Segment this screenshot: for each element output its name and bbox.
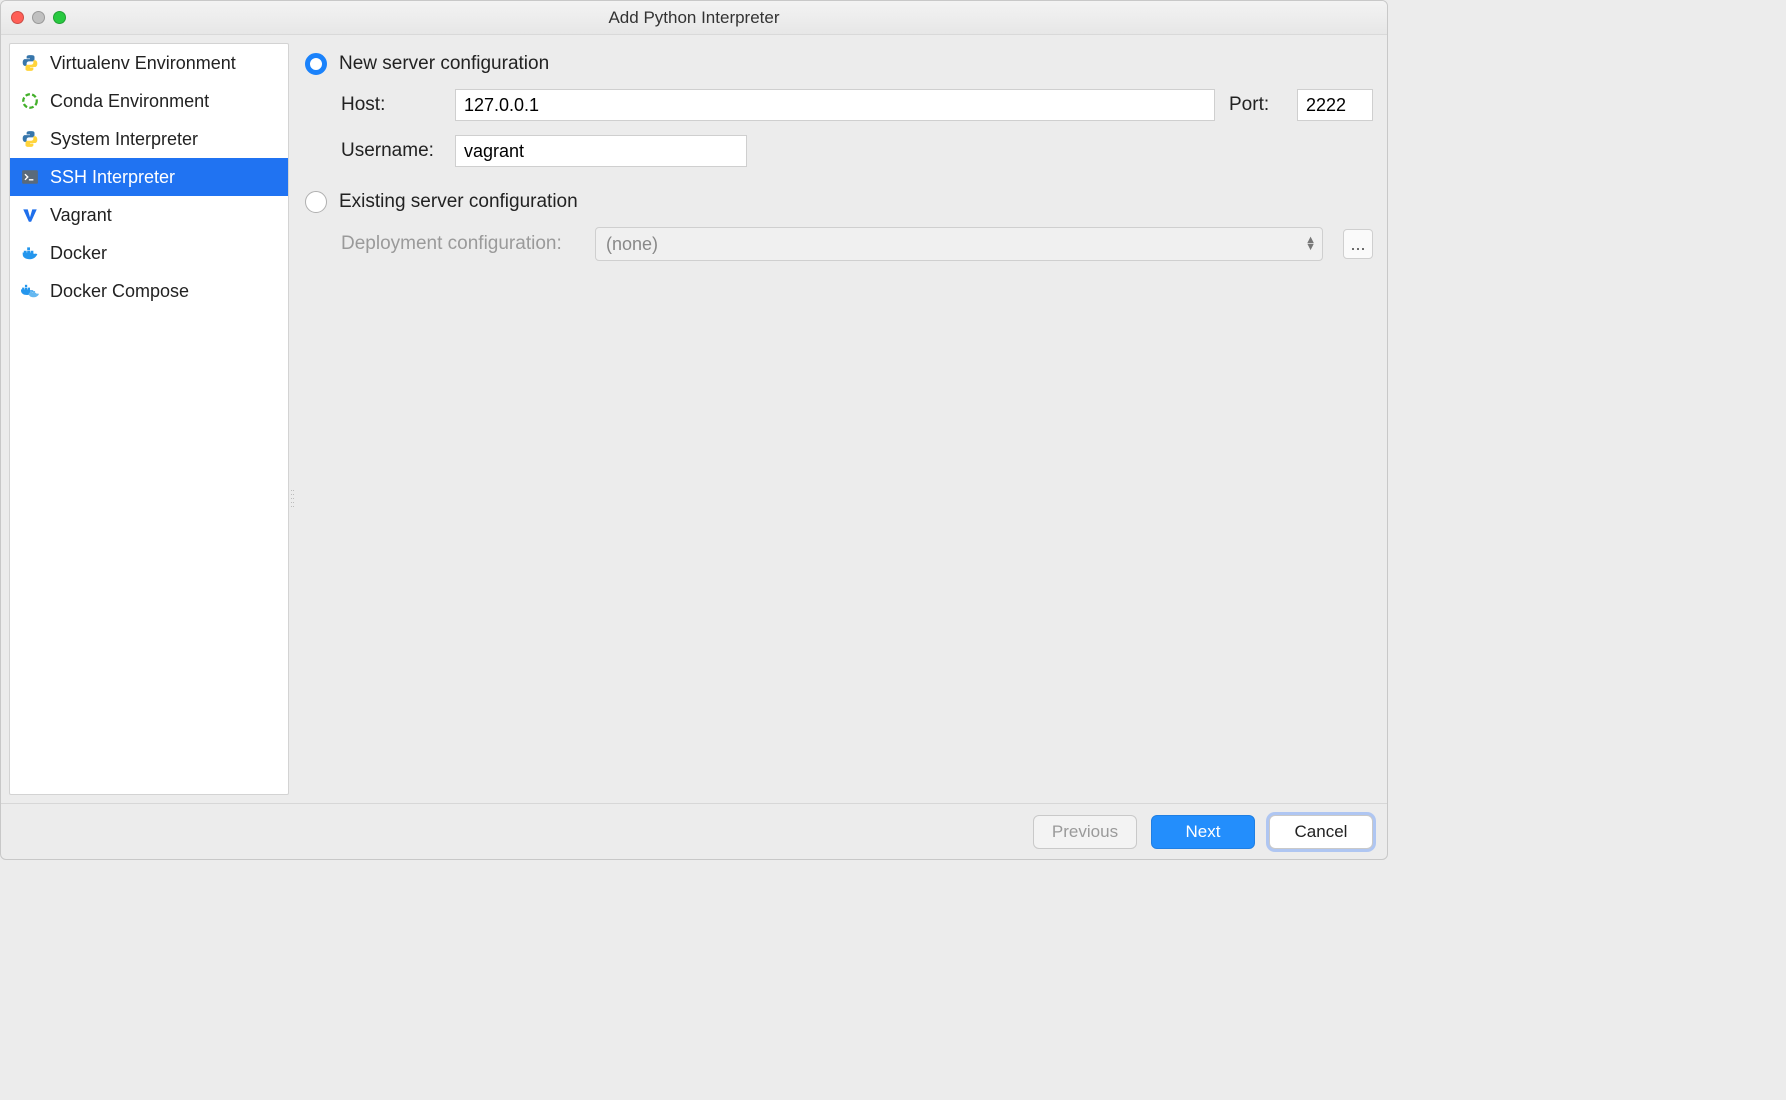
port-input[interactable] [1297,89,1373,121]
window-title: Add Python Interpreter [1,8,1387,28]
chevron-updown-icon: ▲▼ [1305,237,1316,251]
next-button[interactable]: Next [1151,815,1255,849]
sidebar-item-label: Docker [50,243,107,264]
sidebar-item-label: Conda Environment [50,91,209,112]
sidebar-item-ssh[interactable]: SSH Interpreter [10,158,288,196]
ellipsis-icon: ... [1350,234,1365,255]
username-label: Username: [341,140,441,162]
grip-icon: ·········· [290,489,294,509]
window-controls [11,11,66,24]
terminal-icon [20,168,40,186]
sidebar-item-virtualenv[interactable]: Virtualenv Environment [10,44,288,82]
host-label: Host: [341,94,441,116]
sidebar-item-label: Docker Compose [50,281,189,302]
sidebar-item-docker-compose[interactable]: Docker Compose [10,272,288,310]
radio-existing-server[interactable]: Existing server configuration [305,191,1373,213]
browse-button: ... [1343,229,1373,259]
dialog-body: Virtualenv Environment Conda Environment… [1,35,1387,803]
radio-label: New server configuration [339,53,549,75]
sidebar-item-conda[interactable]: Conda Environment [10,82,288,120]
sidebar-item-docker[interactable]: Docker [10,234,288,272]
python-icon [20,54,40,72]
deployment-config-dropdown: (none) ▲▼ [595,227,1323,261]
sidebar-item-label: Vagrant [50,205,112,226]
sidebar-item-label: SSH Interpreter [50,167,175,188]
sidebar-item-label: System Interpreter [50,129,198,150]
python-icon [20,130,40,148]
username-input[interactable] [455,135,747,167]
close-window-icon[interactable] [11,11,24,24]
dialog-footer: Previous Next Cancel [1,803,1387,859]
sidebar-item-system[interactable]: System Interpreter [10,120,288,158]
new-server-form: Host: Port: Username: [305,89,1373,167]
interpreter-type-sidebar: Virtualenv Environment Conda Environment… [9,43,289,795]
titlebar: Add Python Interpreter [1,1,1387,35]
zoom-window-icon[interactable] [53,11,66,24]
deployment-config-label: Deployment configuration: [341,233,581,255]
radio-icon [305,53,327,75]
radio-new-server[interactable]: New server configuration [305,53,1373,75]
radio-label: Existing server configuration [339,191,578,213]
cancel-button[interactable]: Cancel [1269,815,1373,849]
sidebar-item-vagrant[interactable]: Vagrant [10,196,288,234]
sidebar-item-label: Virtualenv Environment [50,53,236,74]
dialog-window: Add Python Interpreter Virtualenv Enviro… [0,0,1388,860]
host-input[interactable] [455,89,1215,121]
vagrant-icon [20,206,40,224]
existing-server-form: Deployment configuration: (none) ▲▼ ... [305,227,1373,261]
docker-compose-icon [20,282,40,300]
radio-icon [305,191,327,213]
main-panel: New server configuration Host: Port: Use… [295,35,1387,803]
minimize-window-icon [32,11,45,24]
conda-icon [20,92,40,110]
port-label: Port: [1229,94,1283,116]
dropdown-value: (none) [606,234,658,255]
docker-icon [20,244,40,262]
previous-button: Previous [1033,815,1137,849]
